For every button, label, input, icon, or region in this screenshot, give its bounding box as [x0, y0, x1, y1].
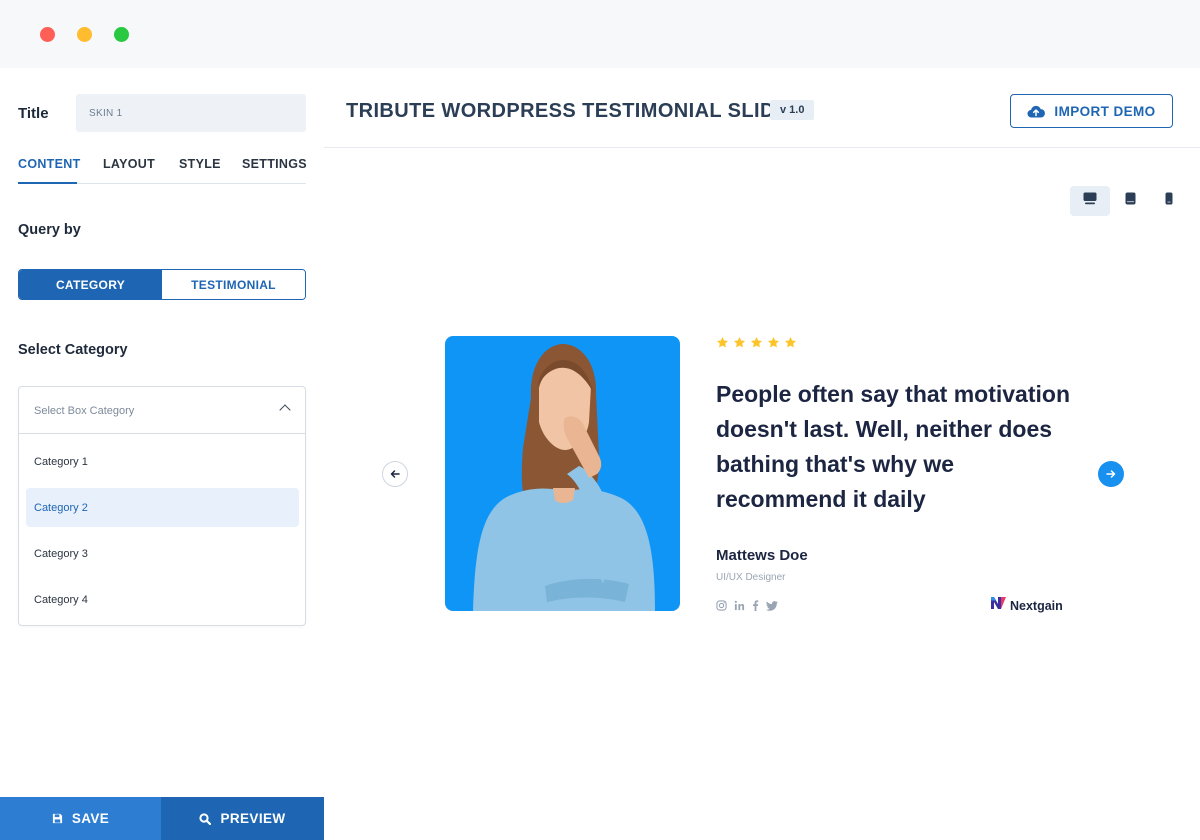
tab-layout[interactable]: LAYOUT	[103, 157, 155, 171]
nextgain-logo-icon	[990, 596, 1007, 615]
author-role: UI/UX Designer	[716, 572, 786, 583]
chevron-up-icon	[279, 404, 291, 416]
person-thinking-illustration	[473, 344, 655, 611]
query-category-button[interactable]: CATEGORY	[19, 270, 162, 299]
query-testimonial-button[interactable]: TESTIMONIAL	[162, 270, 305, 299]
star-icon	[733, 336, 746, 348]
dropdown-option[interactable]: Category 1	[26, 442, 299, 481]
option-label: Category 4	[34, 594, 88, 606]
version-badge: v 1.0	[770, 100, 815, 120]
title-input[interactable]	[76, 94, 306, 132]
arrow-left-icon	[390, 465, 400, 483]
slider-next-button[interactable]	[1098, 461, 1124, 487]
tablet-icon	[1125, 192, 1136, 210]
dropdown-option[interactable]: Category 3	[26, 534, 299, 573]
instagram-icon[interactable]	[716, 598, 727, 616]
slider-prev-button[interactable]	[382, 461, 408, 487]
arrow-right-icon	[1106, 465, 1116, 483]
category-dropdown: Select Box Category Category 1 Category …	[18, 386, 306, 626]
facebook-icon[interactable]	[752, 598, 759, 616]
dropdown-option-selected[interactable]: Category 2	[26, 488, 299, 527]
option-label: Category 1	[34, 456, 88, 468]
testimonial-quote: People often say that motivation doesn't…	[716, 381, 1070, 512]
star-icon	[716, 336, 729, 348]
tab-settings[interactable]: SETTINGS	[242, 157, 307, 171]
option-label: Category 3	[34, 548, 88, 560]
query-by-label: Query by	[18, 222, 81, 238]
title-field-row: Title	[18, 94, 306, 132]
brand-name: Nextgain	[1010, 598, 1063, 613]
rating-stars	[716, 336, 797, 349]
sidebar-tabs: CONTENT LAYOUT STYLE SETTINGS	[18, 156, 307, 184]
mobile-icon	[1165, 192, 1173, 210]
linkedin-icon[interactable]	[734, 598, 745, 616]
save-label: SAVE	[71, 811, 110, 826]
select-category-label: Select Category	[18, 342, 128, 358]
window-maximize-button[interactable]	[114, 27, 129, 42]
import-demo-label: IMPORT DEMO	[1054, 103, 1156, 119]
device-mobile-button[interactable]	[1149, 186, 1189, 216]
window-minimize-button[interactable]	[77, 27, 92, 42]
preview-area: TRIBUTE WORDPRESS TESTIMONIAL SLIDER v 1…	[324, 68, 1200, 840]
desktop-icon	[1083, 192, 1097, 210]
query-by-toggle: CATEGORY TESTIMONIAL	[18, 269, 306, 300]
testimonial-photo	[445, 336, 680, 611]
title-label: Title	[18, 105, 49, 122]
tab-content[interactable]: CONTENT	[18, 157, 81, 171]
star-icon	[767, 336, 780, 348]
cloud-upload-icon	[1027, 105, 1046, 118]
option-label: Category 2	[34, 502, 88, 514]
social-links	[716, 598, 778, 616]
magnifier-icon	[199, 812, 212, 825]
tab-style[interactable]: STYLE	[179, 157, 221, 171]
star-icon	[750, 336, 763, 348]
import-demo-button[interactable]: IMPORT DEMO	[1010, 94, 1173, 128]
window-titlebar	[0, 0, 1200, 68]
star-icon	[784, 336, 797, 348]
app-title: TRIBUTE WORDPRESS TESTIMONIAL SLIDER	[346, 100, 804, 122]
device-desktop-button[interactable]	[1070, 186, 1110, 216]
twitter-icon[interactable]	[766, 598, 778, 616]
device-tablet-button[interactable]	[1110, 186, 1150, 216]
sidebar-action-bar: SAVE PREVIEW	[0, 797, 324, 840]
preview-label: PREVIEW	[220, 811, 286, 826]
author-name: Mattews Doe	[716, 547, 808, 564]
dropdown-placeholder: Select Box Category	[34, 405, 135, 417]
category-dropdown-toggle[interactable]: Select Box Category	[19, 387, 305, 434]
floppy-disk-icon	[52, 813, 63, 824]
dropdown-option[interactable]: Category 4	[26, 580, 299, 619]
save-button[interactable]: SAVE	[0, 797, 161, 840]
window-close-button[interactable]	[40, 27, 55, 42]
brand-logo: Nextgain	[990, 596, 1063, 615]
preview-button[interactable]: PREVIEW	[161, 797, 324, 840]
app-header: TRIBUTE WORDPRESS TESTIMONIAL SLIDER v 1…	[324, 68, 1200, 148]
settings-sidebar: Title CONTENT LAYOUT STYLE SETTINGS Quer…	[0, 68, 324, 840]
active-tab-indicator	[18, 182, 77, 184]
